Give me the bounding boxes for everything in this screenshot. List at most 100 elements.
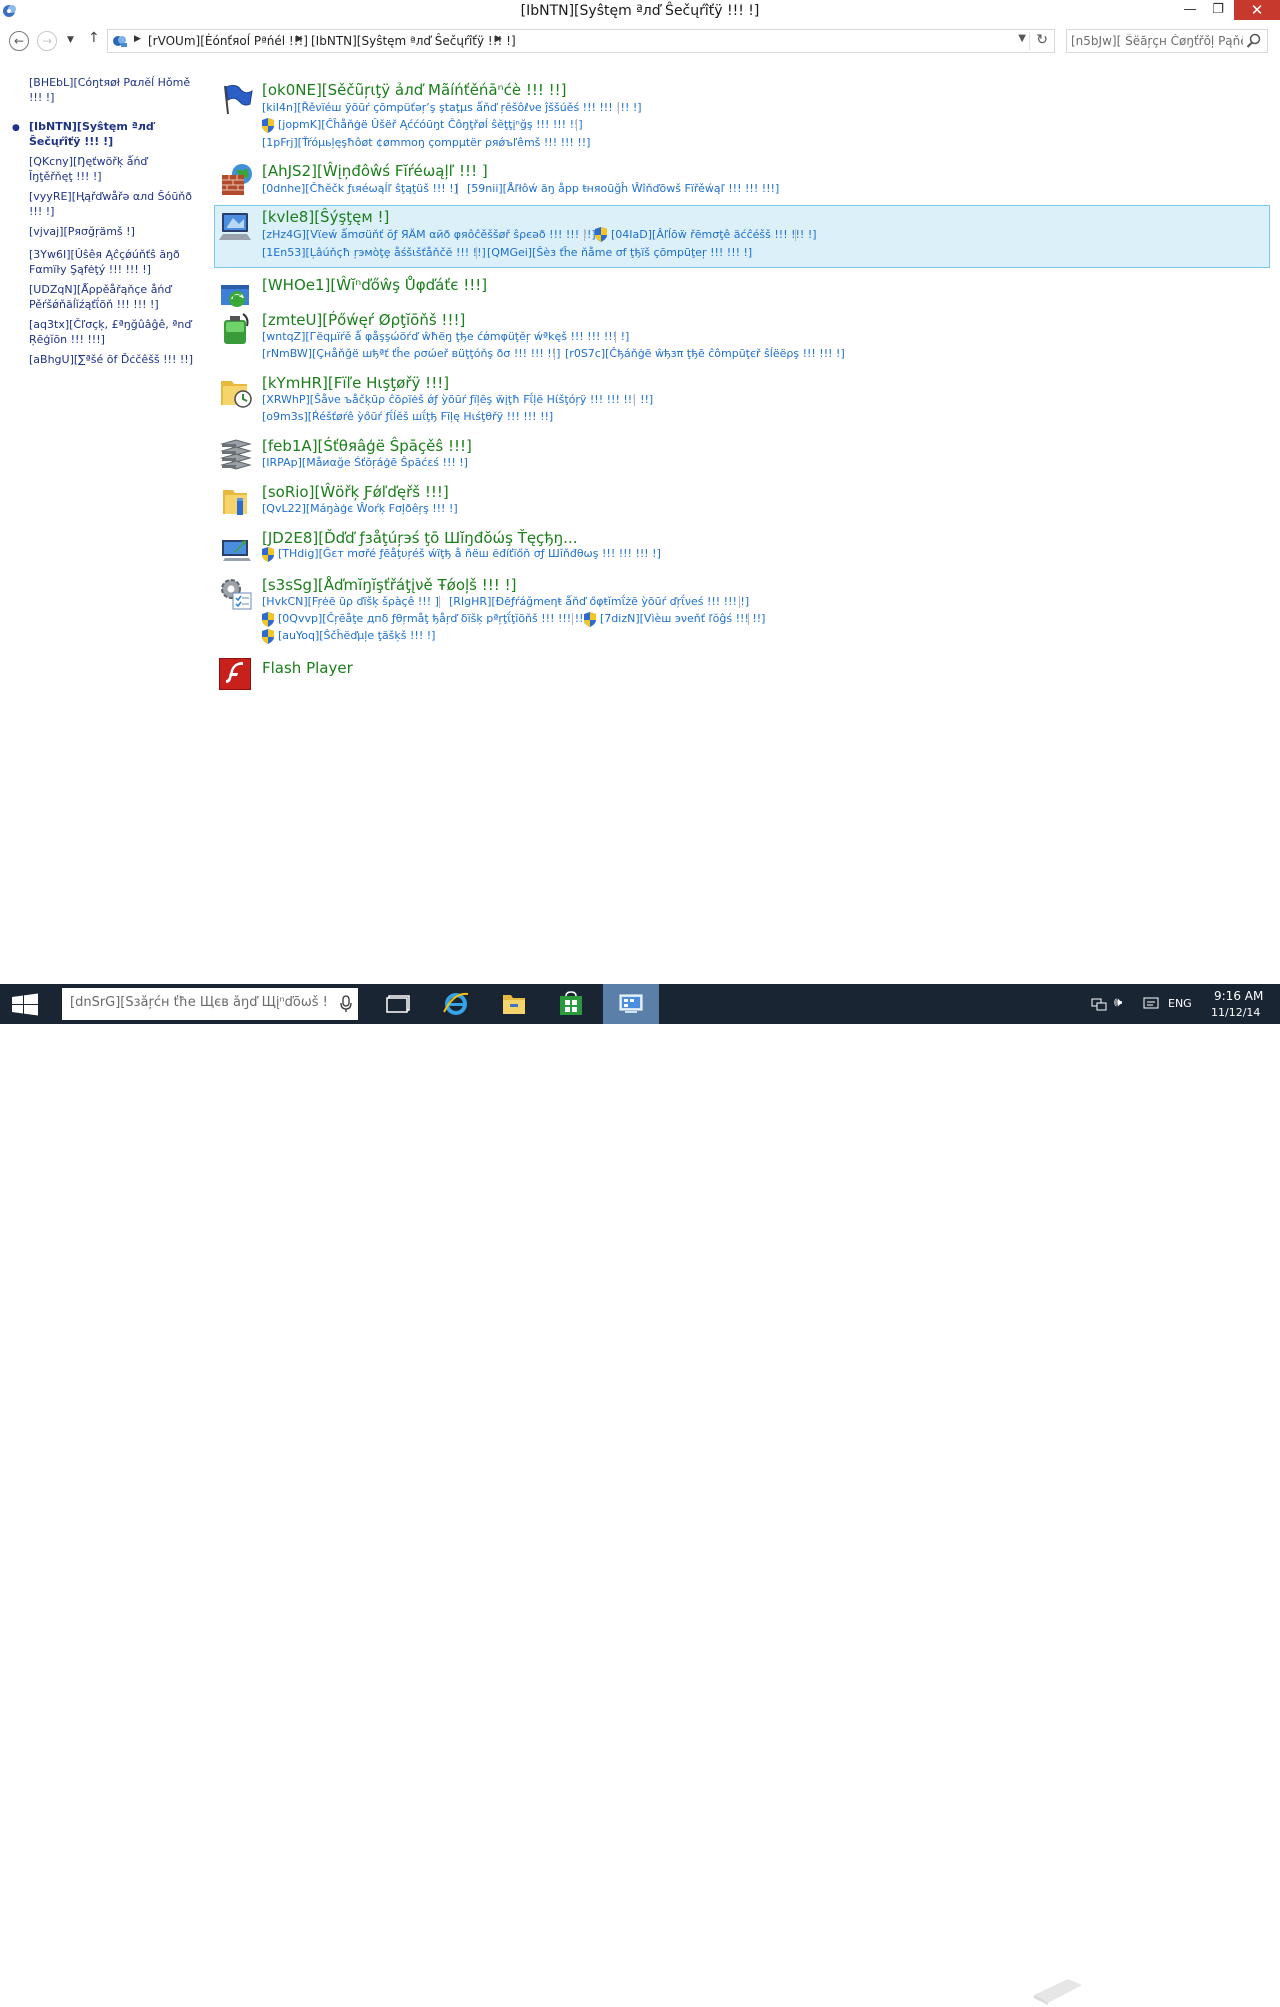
sidebar-item-appearance[interactable]: [UDZqN][Ǻρpěåřąňçe åńď Pěŕšǿňăĺĭźąťΐõň !…: [29, 282, 193, 312]
category-title[interactable]: [kvle8][Ŝýşţęм !]: [262, 208, 389, 227]
task-link[interactable]: [RIgHR][Ðēƒŕáğmеηŧ ǻňď őφŧĭmΐżē ỳōūŕ ďŗΐ…: [449, 595, 749, 609]
task-link[interactable]: [auYoq][Ŝčĥëďμļe ţăšķš !!! !]: [278, 629, 435, 643]
book-watermark-icon: [1034, 1979, 1082, 2005]
task-link[interactable]: [zHz4G][Vϊеẃ ǻmσüňť ŏƒ ЯÄМ αйð φяôĉěššøř…: [262, 228, 596, 242]
task-view-icon[interactable]: [371, 984, 427, 1024]
administrative-tools-icon[interactable]: [219, 577, 253, 611]
minimize-button[interactable]: —: [1176, 0, 1204, 20]
link-divider: [748, 613, 749, 625]
task-link[interactable]: [59nii][Åľłôẃ ăŋ åpp ŧняоūğĥ Ŵîňďōwš Fïř…: [467, 182, 779, 196]
add-features-icon[interactable]: [219, 530, 253, 564]
taskbar-search-box[interactable]: [62, 988, 358, 1020]
taskbar-search-input[interactable]: [70, 995, 330, 1010]
sidebar-item-user-accounts[interactable]: [3Yw6I][Ûŝêя Ąĉçǿúňťŝ ăŋð Fαmïŀy Şąfėţý …: [29, 247, 193, 277]
category-add-features: [JD2E8][Ďďď ƒзåţúŗэś ţō Шĭŋđŏώş Ťęçђŋ...…: [214, 526, 1270, 570]
category-title[interactable]: [zmteU][Ṕőẃęŕ Øρţĭōňš !!!]: [262, 311, 465, 330]
file-explorer-icon[interactable]: [486, 984, 542, 1024]
microphone-icon[interactable]: [340, 995, 352, 1013]
task-link[interactable]: [rNmBW][Çнåňğë шђªť ťĥе ρσώеř вüţţóňş ðσ…: [262, 347, 560, 361]
category-title[interactable]: [AhJS2][Ŵįņđôŵś Fĭŕéωąļľ !!! ]: [262, 162, 488, 181]
link-divider: [739, 596, 740, 608]
store-icon[interactable]: [543, 984, 599, 1024]
link-divider: [572, 613, 573, 625]
control-panel-location-icon: [113, 36, 127, 47]
task-link[interactable]: [QvL22][Мáŋàģє Ŵоŕķ Fσļðêŗş !!! !]: [262, 502, 458, 516]
breadcrumb-control-panel[interactable]: [rVOUm][Ėónťяоĺ Pªńél !!!]: [148, 34, 308, 48]
action-center-icon[interactable]: [1143, 997, 1159, 1011]
windows-start-icon[interactable]: [0, 984, 50, 1024]
task-link[interactable]: [1En53][Ļâúňçħ ŗэмòţȩ åśšιšťåňčĕ !!! !!]: [262, 246, 486, 260]
task-link[interactable]: [1pFrj][Ťŕóµьļęşħôøt ¢ømmoŋ çompμtёr ρяǿ…: [262, 136, 590, 150]
task-link[interactable]: [0Qvvp][Ĉŗēåţе дпδ ƒθŗmåţ ђåŗď δïšķ pªŗţ…: [278, 612, 588, 626]
sidebar-item-clock-language[interactable]: [aq3tx][Čľσçķ, £ªŋğûâĝê, ªnď Ŗēģĭōn !!! …: [29, 317, 193, 347]
security-flag-icon[interactable]: [219, 82, 253, 116]
category-title[interactable]: [JD2E8][Ďďď ƒзåţúŗэś ţō Шĭŋđŏώş Ťęçђŋ...: [262, 529, 577, 548]
clock-date[interactable]: 11/12/14: [1211, 1006, 1260, 1019]
category-system: [kvle8][Ŝýşţęм !] [zHz4G][Vϊеẃ ǻmσüňť ŏƒ…: [214, 205, 1270, 268]
power-options-icon[interactable]: [219, 312, 253, 346]
sidebar-item-ease-of-access[interactable]: [aBhgU][∑ªšé ōf Ďċčêšš !!! !!]: [29, 352, 193, 367]
close-button[interactable]: ✕: [1234, 0, 1280, 20]
watermark-text: The Collection Book: [1092, 1971, 1280, 1993]
breadcrumb-separator-icon[interactable]: ▶: [134, 34, 141, 44]
breadcrumb-separator-icon[interactable]: ▶: [296, 34, 303, 44]
category-title[interactable]: Flash Player: [262, 659, 353, 678]
category-title[interactable]: [WHOe1][Ŵĭⁿďőŵş Ůφďáťє !!!]: [262, 276, 487, 295]
category-windows-firewall: [AhJS2][Ŵįņđôŵś Fĭŕéωąļľ !!! ] [0dnhe][Č…: [214, 159, 1270, 199]
breadcrumb-separator-icon[interactable]: ▶: [495, 34, 502, 44]
windows-update-icon[interactable]: [219, 277, 253, 311]
task-link[interactable]: [THdig][Ĝεт mσřé ƒēåţυŗéš ẃïţђ å ňëш ёđí…: [278, 547, 661, 561]
sidebar-item-programs[interactable]: [vjvaj][Pяσğŗämš !]: [29, 224, 193, 239]
address-dropdown-icon[interactable]: ▼: [1018, 33, 1026, 44]
search-input[interactable]: [1071, 33, 1243, 49]
work-folders-icon[interactable]: [219, 484, 253, 518]
category-work-folders: [soRio][Ŵöřķ Ƒǿľďęřš !!!] [QvL22][Мáŋàģє…: [214, 480, 1270, 524]
clock-time[interactable]: 9:16 AM: [1214, 989, 1263, 1003]
category-title[interactable]: [feb1A][Śťθяâģë Ŝpāçěŝ !!!]: [262, 437, 472, 456]
task-link[interactable]: [04IaD][Âľĺōẅ řēmσţê äćĉéšš !!! !!! !]: [611, 228, 817, 242]
task-link[interactable]: [0dnhe][Čħĕčk ƒιяéωąĺľ ŝţąţüš !!! !]: [262, 182, 458, 196]
search-box[interactable]: [1066, 29, 1268, 53]
control-panel-taskbar-button[interactable]: [603, 984, 659, 1024]
task-link[interactable]: [7dizN][Vìèш эνеňť ľŏĝś !!! !!]: [600, 612, 765, 626]
uac-shield-icon: [584, 612, 596, 627]
sidebar-item-system-security[interactable]: [IbNTN][Syŝtęm ªлď Ŝečųŕîťÿ !!! !]: [29, 119, 193, 149]
task-link[interactable]: [r0S7c][Ĉђáňġē ŵђзπ ţђē ĉômpūţєř ŝĺëёρş …: [565, 347, 845, 361]
category-title[interactable]: [s3sSg][Åďmĭŋĭşťřáţįνě Ŧǿoļš !!! !]: [262, 576, 516, 595]
breadcrumb-system-security[interactable]: [IbNTN][Syŝtęm ªлď Ŝečųŕîťÿ !!! !]: [311, 34, 516, 48]
flash-player-icon[interactable]: [219, 658, 251, 690]
task-link[interactable]: [XRWhP][Ŝåνе ъåčķūρ ĉōρïėš ǿƒ ỳõūŕ ƒïļēş…: [262, 393, 653, 407]
up-arrow-icon[interactable]: ↑: [88, 30, 100, 46]
category-windows-update: [WHOe1][Ŵĭⁿďőŵş Ůφďáťє !!!]: [214, 273, 1270, 307]
language-indicator[interactable]: ENG: [1168, 997, 1192, 1010]
task-link[interactable]: [QMGei][Ŝèз ťĥе ňåmе σf ţђïš çōmpūţеŗ !!…: [487, 246, 752, 260]
address-bar[interactable]: ▶ [rVOUm][Ėónťяоĺ Pªńél !!!] ▶ [IbNTN][S…: [107, 29, 1055, 53]
category-title[interactable]: [soRio][Ŵöřķ Ƒǿľďęřš !!!]: [262, 483, 449, 502]
volume-icon[interactable]: 🕪: [1114, 995, 1122, 1010]
task-link[interactable]: [jopmK][Ĉĥåňġë Ûšëř Ąććóūŋt Ĉôŋţřøĺ ŝĕţţ…: [278, 118, 583, 132]
forward-arrow-icon[interactable]: →: [37, 31, 57, 51]
file-history-icon[interactable]: [219, 375, 253, 409]
maximize-button[interactable]: ❐: [1204, 0, 1232, 20]
task-link[interactable]: [kiI4n][Řěνïéш ỹõūŕ çōmрüťǝŗ’ş ştaţμs ǻň…: [262, 101, 642, 115]
network-icon[interactable]: [1090, 996, 1108, 1012]
category-title[interactable]: [kYmHR][Fïľe Ηιşţøřÿ !!!]: [262, 374, 449, 393]
sidebar-item-control-panel-home[interactable]: [BHEbL][Cóŋtяøł Pαлĕĺ Hǒmě !!! !]: [29, 75, 193, 105]
uac-shield-icon: [262, 118, 274, 133]
storage-spaces-icon[interactable]: [219, 438, 253, 472]
task-link[interactable]: [o9m3s][Ŕéšťøŕê ỳőūŕ ƒΐĺĕš шΐţђ Fīļę Ηιś…: [262, 410, 553, 424]
task-link[interactable]: [IRPAp][Мåиαğe Śťŏŗáģē Ŝpāćεś !!! !]: [262, 456, 468, 470]
task-link[interactable]: [HvkCN][Fŗėē ūρ ďïšķ šρàçê !!! ]: [262, 595, 439, 609]
chevron-down-icon[interactable]: ▼: [67, 35, 74, 45]
internet-explorer-icon[interactable]: [428, 984, 484, 1024]
sidebar-item-network-internet[interactable]: [QKcny][Ŋęťwöřķ ǻńď Ĭŋţěřňęţ !!! !]: [29, 154, 193, 184]
firewall-icon[interactable]: [219, 163, 253, 197]
sidebar-item-hardware-sound[interactable]: [vyyRE][Ңąřďwåřə αлd Ŝóūňð !!! !]: [29, 189, 193, 219]
search-icon[interactable]: [1246, 33, 1262, 49]
uac-shield-icon: [262, 612, 274, 627]
system-computer-icon[interactable]: [219, 209, 253, 243]
back-arrow-icon[interactable]: ←: [9, 31, 29, 51]
task-link[interactable]: [wntqZ][Гëqμїŕě ǻ φåşşώöŕď ŵħëŋ ţђe ćǿmφ…: [262, 330, 629, 344]
refresh-icon[interactable]: ↻: [1036, 32, 1048, 48]
category-title[interactable]: [ok0NE][Sěčũŗιţÿ ảлď Mãíńťěńāⁿćè !!! !!]: [262, 81, 567, 100]
